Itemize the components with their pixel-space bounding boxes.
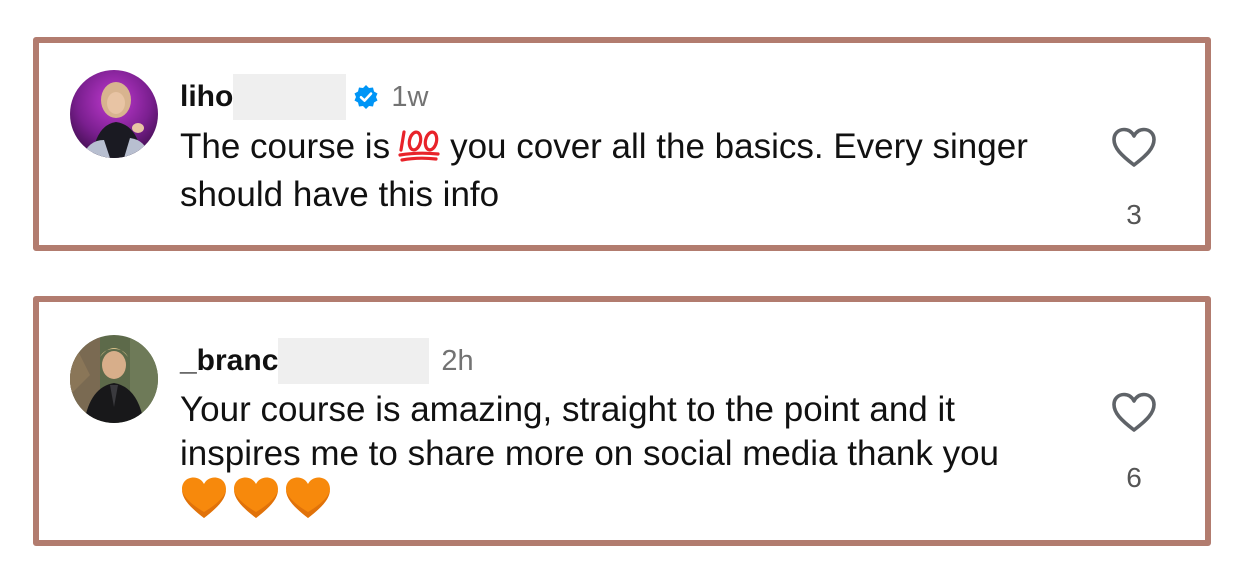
- avatar[interactable]: [70, 335, 158, 423]
- like-button[interactable]: [1111, 392, 1157, 434]
- redaction-box: [233, 74, 347, 120]
- comment-text: The course is you cover all the basics. …: [180, 125, 1050, 217]
- comment-text-part: The course is: [180, 127, 391, 166]
- redaction-box: [278, 338, 430, 384]
- orange-heart-emoji: [284, 476, 332, 531]
- comment-header: liho 1w: [180, 74, 428, 120]
- avatar[interactable]: [70, 70, 158, 158]
- like-button[interactable]: [1111, 127, 1157, 169]
- orange-heart-emoji: [180, 476, 228, 531]
- hundred-points-emoji: [398, 128, 442, 173]
- like-count: 3: [1126, 199, 1142, 230]
- like-count: 6: [1126, 462, 1142, 493]
- orange-heart-emoji: [232, 476, 280, 531]
- heart-outline-icon: [1112, 127, 1156, 167]
- username[interactable]: liho: [180, 80, 233, 114]
- comment-card: liho 1w The course is you cover all the …: [33, 37, 1211, 251]
- comment-card: _branc 2h Your course is amazing, straig…: [33, 296, 1211, 546]
- timestamp: 1w: [391, 80, 429, 113]
- timestamp: 2h: [441, 344, 474, 377]
- username[interactable]: _branc: [180, 344, 278, 378]
- comment-text: Your course is amazing, straight to the …: [180, 388, 1050, 531]
- comment-header: _branc 2h: [180, 338, 474, 384]
- heart-outline-icon: [1112, 392, 1156, 432]
- comment-text-part: Your course is amazing, straight to the …: [180, 390, 1000, 473]
- verified-badge-icon: [353, 84, 379, 110]
